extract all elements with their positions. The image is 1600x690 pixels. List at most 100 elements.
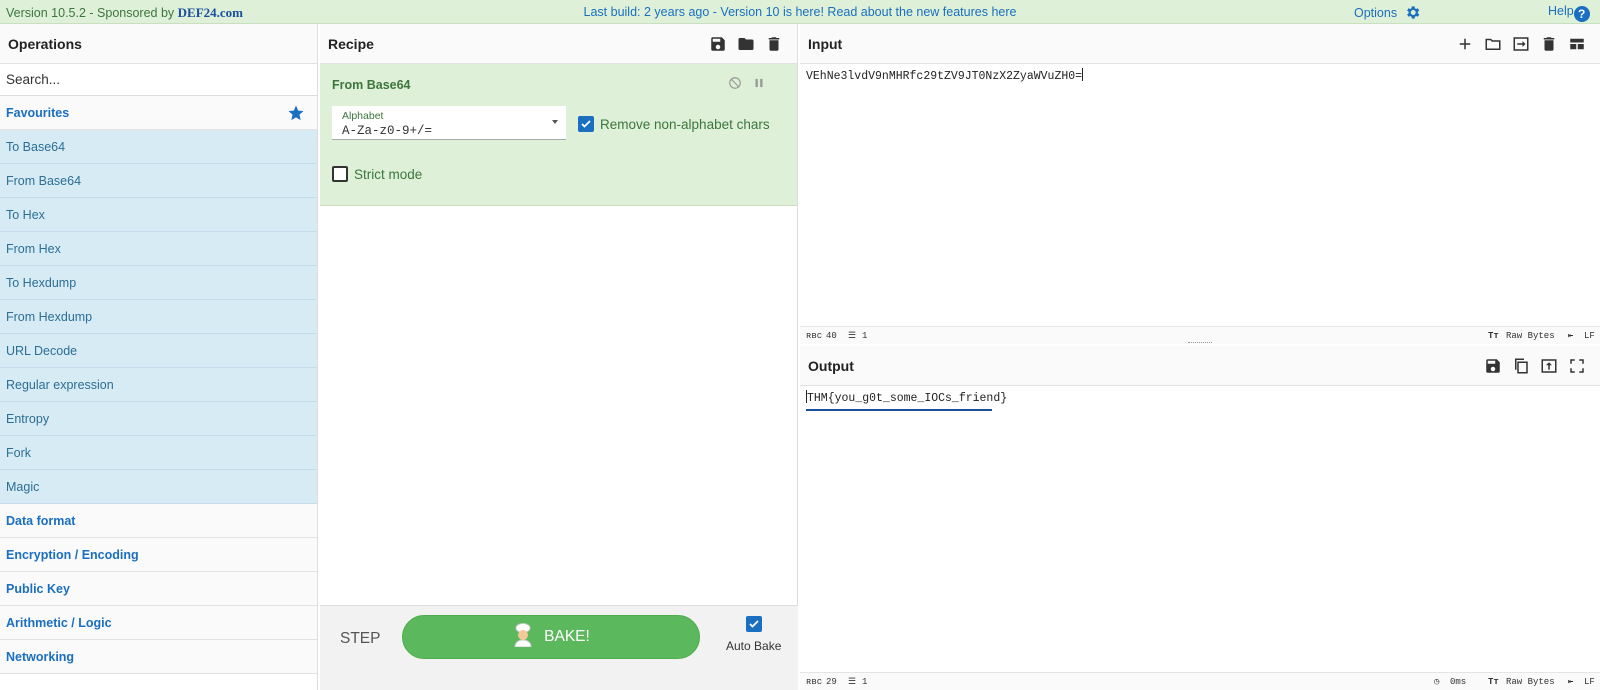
pause-icon[interactable]	[752, 76, 766, 90]
category-arithmetic-logic[interactable]: Arithmetic / Logic	[0, 606, 317, 640]
recipe-title: Recipe	[328, 36, 374, 52]
chef-icon	[514, 623, 532, 647]
category-public-key[interactable]: Public Key	[0, 572, 317, 606]
io-pane: Input VEhNe3lvdV9nMHRfc29tZV9JT0NzX2ZyaW…	[800, 24, 1600, 690]
op-url-decode[interactable]: URL Decode	[0, 334, 317, 368]
output-lines: 1	[862, 677, 868, 687]
output-value: THM{you_g0t_some_IOCs_friend}	[807, 392, 1008, 405]
save-icon[interactable]	[1484, 357, 1502, 375]
auto-bake-label: Auto Bake	[726, 639, 782, 653]
text-cursor	[1082, 68, 1084, 81]
category-favourites[interactable]: Favourites	[0, 96, 317, 130]
search-input[interactable]	[0, 64, 317, 95]
input-header: Input	[800, 24, 1600, 64]
input-length: 40	[826, 331, 837, 341]
help-label: Help	[1548, 4, 1574, 18]
op-to-hex[interactable]: To Hex	[0, 198, 317, 232]
output-status-bar: ʀʙᴄ 29 ☰ 1 ◷ 0ms Tт Raw Bytes ⇤ LF	[800, 672, 1600, 690]
input-eol[interactable]: LF	[1584, 331, 1595, 341]
check-icon	[581, 120, 591, 128]
output-toolbar	[1484, 357, 1586, 375]
op-regular-expression[interactable]: Regular expression	[0, 368, 317, 402]
input-textarea[interactable]: VEhNe3lvdV9nMHRfc29tZV9JT0NzX2ZyaWVuZH0=	[806, 68, 1084, 83]
category-encryption-encoding[interactable]: Encryption / Encoding	[0, 538, 317, 572]
input-toolbar	[1456, 35, 1586, 53]
recipe-toolbar	[709, 35, 783, 53]
op-to-hexdump[interactable]: To Hexdump	[0, 266, 317, 300]
clock-icon: ◷	[1434, 677, 1440, 687]
strict-mode-checkbox[interactable]	[332, 166, 348, 182]
eol-icon: ⇤	[1568, 677, 1574, 687]
input-panel: Input VEhNe3lvdV9nMHRfc29tZV9JT0NzX2ZyaW…	[800, 24, 1600, 344]
output-header: Output	[800, 346, 1600, 386]
text-format-icon: Tт	[1488, 331, 1499, 341]
layout-icon[interactable]	[1568, 35, 1586, 53]
alphabet-select[interactable]: Alphabet A-Za-z0-9+/=	[332, 106, 566, 140]
build-notice-link[interactable]: here	[991, 5, 1016, 19]
output-panel: Output THM{you_g0t_some_IOCs_friend} ʀʙᴄ…	[800, 346, 1600, 690]
input-title: Input	[808, 36, 843, 52]
file-input-icon[interactable]	[1512, 35, 1530, 53]
gear-icon	[1406, 6, 1419, 19]
top-banner: Version 10.5.2 - Sponsored by DEF24.com …	[0, 0, 1600, 24]
step-button[interactable]: STEP	[340, 630, 380, 648]
chevron-down-icon	[552, 120, 558, 124]
lines-icon: ☰	[848, 677, 857, 687]
star-icon	[288, 105, 304, 121]
resize-handle[interactable]	[1188, 342, 1212, 344]
disable-icon[interactable]	[728, 76, 742, 90]
save-icon[interactable]	[709, 35, 727, 53]
category-data-format[interactable]: Data format	[0, 504, 317, 538]
maximize-icon[interactable]	[1568, 357, 1586, 375]
copy-icon[interactable]	[1512, 357, 1530, 375]
length-icon: ʀʙᴄ	[806, 331, 823, 341]
help-icon: ?	[1573, 6, 1590, 22]
recipe-header: Recipe	[320, 24, 797, 64]
help-button[interactable]: Help?	[1548, 4, 1590, 22]
check-icon	[749, 620, 759, 628]
search-box	[0, 64, 317, 96]
bake-label: BAKE!	[544, 628, 590, 645]
operations-title: Operations	[0, 24, 317, 64]
bake-bar: STEP BAKE! Auto Bake	[320, 605, 798, 690]
replace-input-icon[interactable]	[1540, 357, 1558, 375]
operations-pane: Operations Favourites To Base64 From Bas…	[0, 24, 318, 690]
op-to-base64[interactable]: To Base64	[0, 130, 317, 164]
op-from-hex[interactable]: From Hex	[0, 232, 317, 266]
output-eol[interactable]: LF	[1584, 677, 1595, 687]
trash-icon[interactable]	[765, 35, 783, 53]
op-fork[interactable]: Fork	[0, 436, 317, 470]
op-from-base64[interactable]: From Base64	[0, 164, 317, 198]
build-notice-text: Last build: 2 years ago - Version 10 is …	[583, 5, 992, 19]
output-encoding[interactable]: Raw Bytes	[1506, 677, 1555, 687]
output-length: 29	[826, 677, 837, 687]
alphabet-value: A-Za-z0-9+/=	[342, 124, 433, 138]
open-folder-icon[interactable]	[1484, 35, 1502, 53]
op-from-hexdump[interactable]: From Hexdump	[0, 300, 317, 334]
lines-icon: ☰	[848, 331, 857, 341]
output-textarea[interactable]: THM{you_g0t_some_IOCs_friend}	[806, 390, 1007, 405]
plus-icon[interactable]	[1456, 35, 1474, 53]
op-magic[interactable]: Magic	[0, 470, 317, 504]
auto-bake-checkbox[interactable]	[746, 616, 762, 632]
options-button[interactable]: Options	[1354, 4, 1421, 21]
input-encoding[interactable]: Raw Bytes	[1506, 331, 1555, 341]
strict-mode-label: Strict mode	[354, 167, 423, 182]
output-title: Output	[808, 358, 854, 374]
options-label: Options	[1354, 6, 1398, 20]
text-format-icon: Tт	[1488, 677, 1499, 687]
input-lines: 1	[862, 331, 868, 341]
recipe-operation-from-base64[interactable]: From Base64 Alphabet A-Za-z0-9+/= Remove…	[320, 64, 797, 206]
folder-icon[interactable]	[737, 35, 755, 53]
output-highlight-underline	[806, 409, 992, 411]
bake-button[interactable]: BAKE!	[402, 615, 700, 659]
remove-nonalpha-checkbox[interactable]	[578, 116, 594, 132]
clear-icon[interactable]	[1540, 35, 1558, 53]
eol-icon: ⇤	[1568, 331, 1574, 341]
remove-nonalpha-label: Remove non-alphabet chars	[600, 117, 770, 132]
output-time: 0ms	[1450, 677, 1467, 687]
op-entropy[interactable]: Entropy	[0, 402, 317, 436]
category-networking[interactable]: Networking	[0, 640, 317, 674]
length-icon: ʀʙᴄ	[806, 677, 823, 687]
favourites-label: Favourites	[6, 106, 70, 120]
